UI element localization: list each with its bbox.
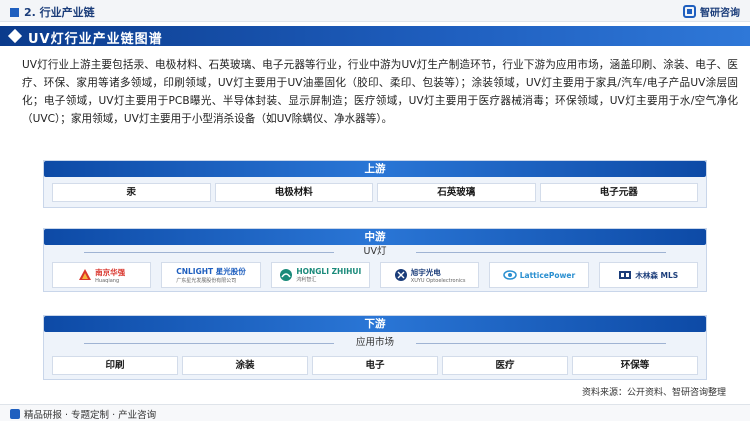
company-name: LatticePower [519,270,576,280]
intro-paragraph: UV灯行业上游主要包括汞、电极材料、石英玻璃、电子元器等行业，行业中游为UV灯生… [22,59,738,125]
company-logo-latticepower: LatticePower [489,262,589,288]
downstream-item: 环保等 [572,356,698,375]
downstream-item: 涂装 [182,356,308,375]
downstream-panel: 下游 应用市场 印刷 涂装 电子 医疗 环保等 [43,315,707,380]
company-sub: Huaqiang [95,277,120,284]
company-sub: 广东星光发展股份有限公司 [176,278,237,284]
huaqiang-logo-icon [79,269,92,280]
source-note: 资料来源：公开资料、智研咨询整理 [581,388,726,398]
title-banner: UV灯行业产业链图谱 [0,26,750,47]
company-logo-cnlight: CNLIGHT 星光股份 广东星光发展股份有限公司 [161,262,261,288]
upstream-band: 上游 [44,161,706,177]
company-name: CNLIGHT 星光股份 [176,267,246,276]
footer-slogan: 精品研报 · 专题定制 · 产业咨询 [10,407,156,421]
upstream-item: 石英玻璃 [377,183,536,202]
top-bar: 2. 行业产业链 智研咨询 [0,0,750,22]
brand-logo-icon [683,5,696,18]
downstream-item: 电子 [312,356,438,375]
company-name: 旭宇光电 [410,267,441,277]
downstream-sublabel: 应用市场 [44,336,706,350]
company-sub: 鸿利智汇 [296,277,317,283]
downstream-item: 医疗 [442,356,568,375]
report-icon [10,409,20,419]
company-logo-huaqiang: 南京华强 Huaqiang [52,262,152,288]
upstream-item: 电子元器 [539,183,698,202]
company-logo-mls: 木林森 MLS [598,262,698,288]
latticepower-logo-icon [502,270,517,280]
upstream-item: 电极材料 [214,183,373,202]
diamond-icon [7,28,23,44]
section-title-text: 2. 行业产业链 [24,6,95,19]
downstream-sublabel-text: 应用市场 [355,337,394,348]
midstream-band: 中游 [44,229,706,245]
downstream-band: 下游 [44,316,706,332]
upstream-panel: 上游 汞 电极材料 石英玻璃 电子元器 [43,160,707,208]
brand-name: 智研咨询 [700,8,740,19]
company-logo-xuyu: 旭宇光电 XUYU Optoelectronics [379,262,480,288]
banner-title: UV灯行业产业链图谱 [28,32,163,47]
section-title: 2. 行业产业链 [10,4,95,20]
company-name: HONGLI ZHIHUI [296,267,362,276]
midstream-sublabel-text: UV灯 [363,246,387,257]
upstream-item: 汞 [52,183,211,202]
square-icon [10,7,19,17]
downstream-items: 印刷 涂装 电子 医疗 环保等 [44,356,706,375]
footer-bar: 精品研报 · 专题定制 · 产业咨询 [0,404,750,421]
company-name: 木林森 MLS [635,270,679,280]
company-logo-hongli: HONGLI ZHIHUI 鸿利智汇 [270,262,370,288]
upstream-items: 汞 电极材料 石英玻璃 电子元器 [44,183,706,202]
footer-slogan-text: 精品研报 · 专题定制 · 产业咨询 [24,410,157,421]
company-name: 南京华强 [95,267,126,277]
brand: 智研咨询 [683,4,740,19]
company-logos: 南京华强 Huaqiang CNLIGHT 星光股份 广东星光发展股份有限公司 HO… [44,262,706,288]
mls-logo-icon [619,271,632,279]
downstream-item: 印刷 [52,356,178,375]
midstream-sublabel: UV灯 [44,245,706,259]
hongli-logo-icon [280,269,293,281]
xuyu-logo-icon [394,269,407,281]
company-sub: XUYU Optoelectronics [410,277,466,284]
midstream-panel: 中游 UV灯 南京华强 Huaqiang CNLIGHT 星光股份 广东星光发展股份… [43,228,707,292]
